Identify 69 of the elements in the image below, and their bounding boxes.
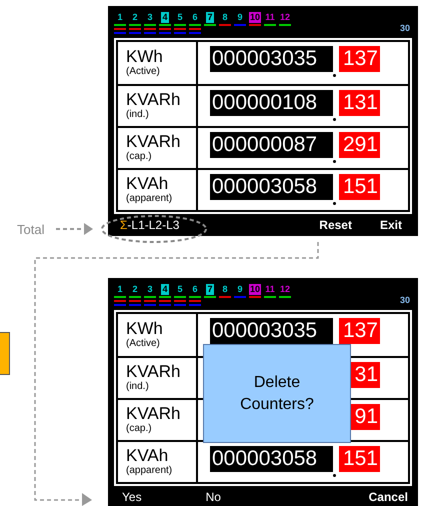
dialog-message: Delete Counters? <box>239 372 315 414</box>
channel-tab[interactable]: 6 <box>191 284 198 295</box>
counter-value: 000003035 <box>210 46 333 72</box>
softkey-label[interactable]: Cancel <box>368 488 408 506</box>
fraction-value: 151 <box>339 446 380 472</box>
channel-tab[interactable]: 3 <box>146 12 154 23</box>
channel-tab[interactable]: 10 <box>249 12 262 23</box>
fraction-value: 291 <box>339 132 380 158</box>
channel-tab[interactable]: 6 <box>191 12 198 23</box>
channel-tab[interactable]: 10 <box>249 284 262 295</box>
decimal-point <box>333 118 336 121</box>
unit-label: KVARh <box>126 363 182 381</box>
unit-description: (apparent) <box>126 193 174 205</box>
unit-description: (cap.) <box>126 151 153 163</box>
unit-description: (Active) <box>126 66 161 78</box>
total-label: Total <box>17 221 44 239</box>
softkey-label[interactable]: Yes <box>122 488 142 506</box>
fraction-value: 131 <box>339 90 380 116</box>
phase-selector[interactable]: Σ-L1-L2-L3 <box>120 216 180 234</box>
channel-tab[interactable]: 1 <box>116 284 124 295</box>
unit-label: KVARh <box>126 91 182 109</box>
channel-tab[interactable]: 12 <box>279 284 292 295</box>
softkey-label[interactable]: Exit <box>380 216 402 234</box>
counter-value: 000003058 <box>210 174 333 200</box>
unit-description: (cap.) <box>126 423 153 435</box>
corner-value: 30 <box>400 294 410 307</box>
channel-tab[interactable]: 9 <box>236 12 244 23</box>
counter-value: 000000108 <box>210 90 333 116</box>
channel-tab[interactable]: 11 <box>264 12 276 23</box>
decimal-point <box>333 474 336 477</box>
unit-description: (ind.) <box>126 109 150 121</box>
channel-tab[interactable]: 2 <box>131 12 138 23</box>
unit-description: (Active) <box>126 338 161 350</box>
unit-label: KVAh <box>126 175 170 193</box>
channel-tab[interactable]: 2 <box>131 284 138 295</box>
corner-value: 30 <box>400 22 410 35</box>
fraction-value: 137 <box>339 318 380 344</box>
channel-tab[interactable]: 9 <box>236 284 244 295</box>
channel-tab[interactable]: 8 <box>221 284 228 295</box>
channel-tab[interactable]: 7 <box>206 284 214 295</box>
channel-tab[interactable]: 12 <box>279 12 292 23</box>
unit-label: KVAh <box>126 447 170 465</box>
step-box <box>0 332 10 375</box>
channel-tab[interactable]: 5 <box>176 284 184 295</box>
fraction-value: 151 <box>339 174 380 200</box>
decimal-point <box>333 202 336 205</box>
channel-tab[interactable]: 3 <box>146 284 154 295</box>
fraction-value: 137 <box>339 46 380 72</box>
unit-label: KWh <box>126 48 164 66</box>
counter-value: 000003058 <box>210 446 333 472</box>
softkey-label[interactable]: Reset <box>319 216 352 234</box>
unit-description: (apparent) <box>126 465 174 477</box>
decimal-point <box>333 74 336 77</box>
channel-tab[interactable]: 5 <box>176 12 184 23</box>
channel-tab[interactable]: 4 <box>161 284 168 295</box>
counter-value: 000003035 <box>210 318 333 344</box>
counter-value: 000000087 <box>210 132 333 158</box>
unit-label: KWh <box>126 320 164 338</box>
channel-tab[interactable]: 1 <box>116 12 124 23</box>
unit-label: KVARh <box>126 405 182 423</box>
unit-description: (ind.) <box>126 381 150 393</box>
unit-label: KVARh <box>126 133 182 151</box>
pointer-arrow <box>56 223 93 235</box>
channel-tab[interactable]: 7 <box>206 12 214 23</box>
channel-tab[interactable]: 8 <box>221 12 228 23</box>
channel-tab[interactable]: 11 <box>264 284 276 295</box>
decimal-point <box>333 160 336 163</box>
channel-tab[interactable]: 4 <box>161 12 168 23</box>
softkey-label[interactable]: No <box>206 488 221 506</box>
